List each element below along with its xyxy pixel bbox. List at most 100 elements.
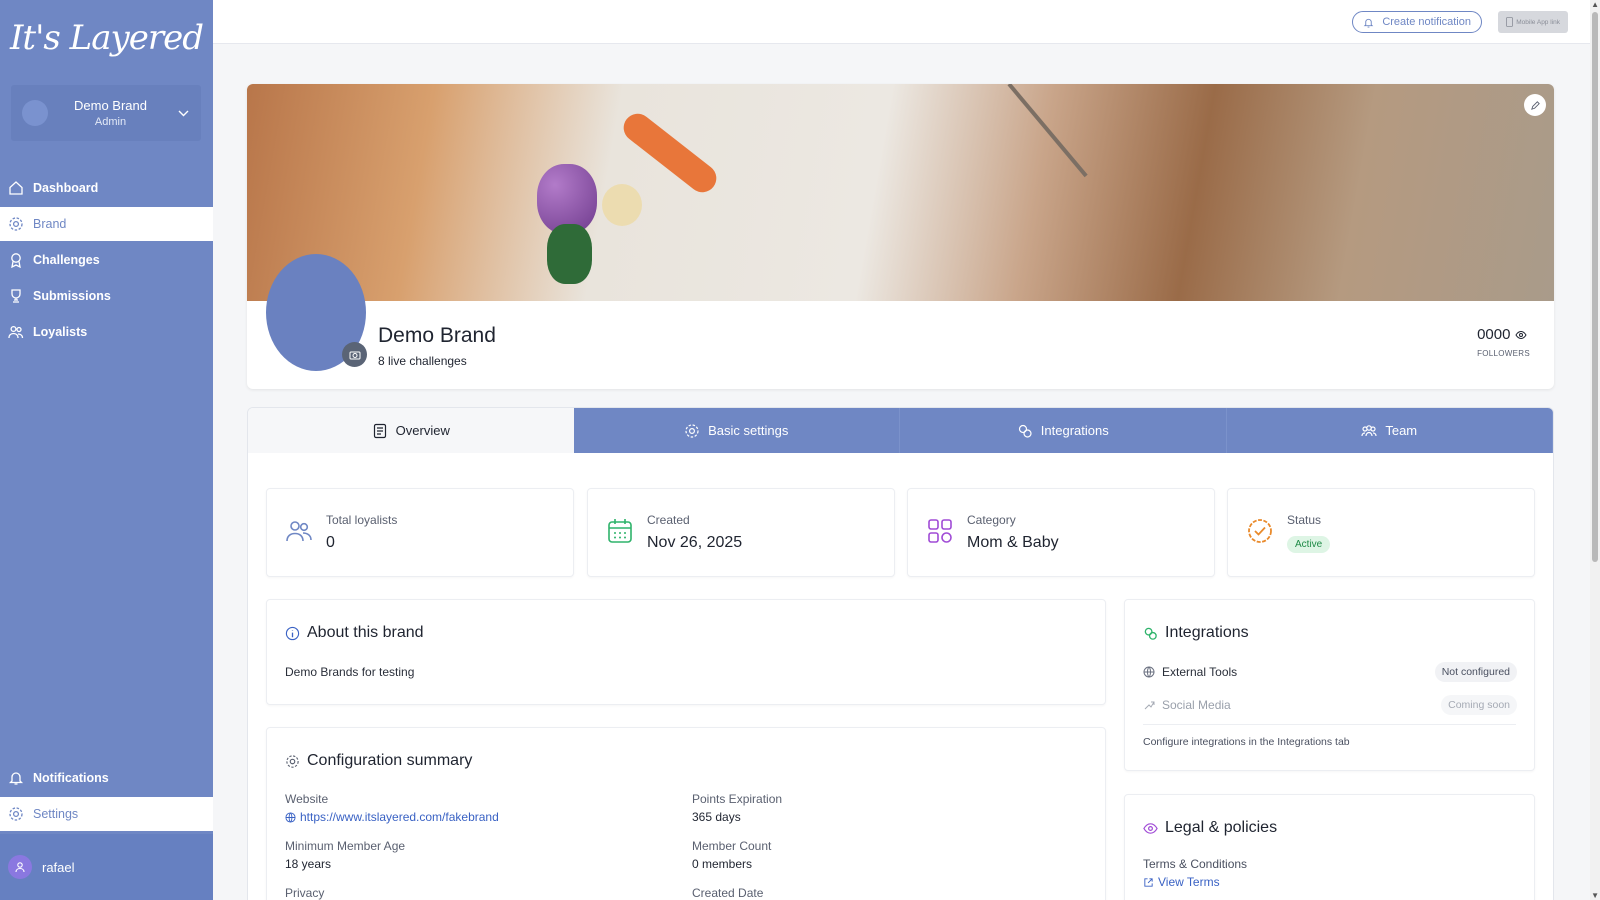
view-terms-link[interactable]: View Terms: [1143, 875, 1220, 889]
tab-team[interactable]: Team: [1226, 408, 1553, 453]
chevron-down-icon: [173, 106, 193, 120]
stat-value: 0: [326, 534, 335, 551]
stat-label: Created: [647, 513, 690, 527]
divider: [1143, 724, 1516, 725]
integrations-title: Integrations: [1165, 624, 1249, 641]
mobile-app-link-label: Mobile App link: [1516, 18, 1560, 26]
tab-basic-settings[interactable]: Basic settings: [573, 408, 900, 453]
mobile-app-link-button[interactable]: Mobile App link: [1498, 11, 1568, 33]
phone-icon: [1506, 17, 1514, 27]
website-link[interactable]: https://www.itslayered.com/fakebrand: [285, 810, 499, 824]
config-title: Configuration summary: [307, 752, 473, 769]
brand-cover-image: [247, 84, 1554, 301]
brand-switch-role: Admin: [94, 116, 127, 128]
brand-avatar-small: [22, 100, 48, 126]
integration-social-media: Social Media Coming soon: [1143, 695, 1517, 715]
legal-policies-panel: Legal & policies Terms & Conditions View…: [1124, 794, 1535, 900]
share-icon: [1144, 701, 1155, 710]
sidebar-item-label: Loyalists: [33, 325, 88, 339]
camera-icon: [349, 351, 360, 359]
app-logo[interactable]: It's Layered: [0, 18, 213, 58]
user-icon: [15, 862, 25, 873]
change-avatar-button[interactable]: [342, 342, 367, 367]
tab-label: Basic settings: [708, 423, 789, 438]
scroll-up-icon[interactable]: ▲: [1591, 0, 1599, 9]
created-date-label: Created Date: [692, 886, 764, 900]
stat-created: Created Nov 26, 2025: [587, 488, 895, 577]
brand-switcher[interactable]: Demo Brand Admin: [11, 85, 201, 141]
view-terms-label: View Terms: [1158, 875, 1220, 889]
bell-icon: [7, 769, 25, 787]
edit-cover-button[interactable]: [1524, 94, 1546, 116]
user-name: rafael: [42, 859, 75, 875]
team-icon: [1361, 424, 1377, 436]
status-badge: Active: [1287, 536, 1331, 553]
sidebar-item-label: Submissions: [33, 289, 111, 303]
integrations-panel: Integrations External Tools Not configur…: [1124, 599, 1535, 771]
globe-icon: [1143, 666, 1155, 678]
sidebar: It's Layered Demo Brand Admin Dashboard …: [0, 0, 213, 900]
scroll-down-icon[interactable]: ▼: [1591, 891, 1599, 900]
eye-icon: [1143, 822, 1158, 834]
brand-profile-card: Demo Brand 8 live challenges 0000 FOLLOW…: [247, 84, 1554, 389]
integrations-icon: [1018, 424, 1032, 438]
gear-icon: [7, 215, 25, 233]
tab-overview[interactable]: Overview: [248, 408, 574, 453]
globe-icon: [285, 811, 296, 823]
integration-external-tools[interactable]: External Tools Not configured: [1143, 662, 1517, 682]
pencil-icon: [1530, 100, 1540, 110]
sidebar-item-challenges[interactable]: Challenges: [0, 243, 213, 277]
user-menu[interactable]: rafael: [0, 834, 213, 900]
tab-integrations[interactable]: Integrations: [900, 408, 1227, 453]
create-notification-label: Create notification: [1382, 16, 1471, 28]
gear-icon: [7, 805, 25, 823]
home-icon: [7, 179, 25, 197]
sidebar-item-notifications[interactable]: Notifications: [0, 761, 213, 795]
scrollbar-thumb[interactable]: [1592, 12, 1598, 562]
users-icon: [286, 521, 312, 542]
sidebar-item-dashboard[interactable]: Dashboard: [0, 171, 213, 205]
sidebar-item-label: Notifications: [33, 771, 109, 785]
integration-label: External Tools: [1162, 665, 1238, 679]
followers-block: 0000 FOLLOWERS: [1477, 326, 1530, 358]
points-expiration-label: Points Expiration: [692, 792, 783, 806]
integration-label: Social Media: [1162, 698, 1231, 712]
website-value: https://www.itslayered.com/fakebrand: [300, 810, 499, 824]
sidebar-item-settings[interactable]: Settings: [0, 797, 213, 831]
tab-label: Overview: [395, 423, 450, 438]
stat-total-loyalists: Total loyalists 0: [266, 488, 574, 577]
document-icon: [373, 423, 386, 438]
stat-label: Category: [967, 513, 1016, 527]
stat-category: Category Mom & Baby: [907, 488, 1215, 577]
check-badge-icon: [1248, 519, 1272, 543]
bell-icon: [1364, 18, 1374, 28]
points-expiration-value: 365 days: [692, 810, 741, 824]
terms-label: Terms & Conditions: [1143, 857, 1248, 871]
stat-label: Status: [1287, 513, 1322, 527]
gear-icon: [685, 423, 699, 438]
sidebar-bottom-nav: Notifications Settings: [0, 761, 213, 833]
sidebar-item-label: Brand: [33, 217, 67, 231]
avatar: [8, 855, 32, 879]
privacy-label: Privacy: [285, 886, 325, 900]
about-title: About this brand: [307, 624, 424, 641]
gear-icon: [286, 754, 299, 768]
top-bar: Create notification Mobile App link: [213, 0, 1590, 44]
stat-status: Status Active: [1227, 488, 1535, 577]
sidebar-nav: Dashboard Brand Challenges Submissions L…: [0, 171, 213, 351]
website-label: Website: [285, 792, 329, 806]
brand-switch-name: Demo Brand: [74, 98, 147, 113]
min-age-value: 18 years: [285, 857, 332, 871]
about-text: Demo Brands for testing: [285, 665, 415, 679]
sidebar-item-submissions[interactable]: Submissions: [0, 279, 213, 313]
sidebar-item-label: Settings: [33, 807, 79, 821]
sidebar-item-loyalists[interactable]: Loyalists: [0, 315, 213, 349]
page-scrollbar[interactable]: ▲ ▼: [1590, 0, 1600, 900]
min-age-label: Minimum Member Age: [285, 839, 406, 853]
create-notification-button[interactable]: Create notification: [1352, 11, 1482, 33]
trophy-icon: [7, 287, 25, 305]
sidebar-item-brand[interactable]: Brand: [0, 207, 213, 241]
sidebar-item-label: Dashboard: [33, 181, 99, 195]
about-panel: About this brand Demo Brands for testing: [266, 599, 1106, 705]
tab-bar: Overview Basic settings Integrations Tea…: [248, 408, 1553, 453]
